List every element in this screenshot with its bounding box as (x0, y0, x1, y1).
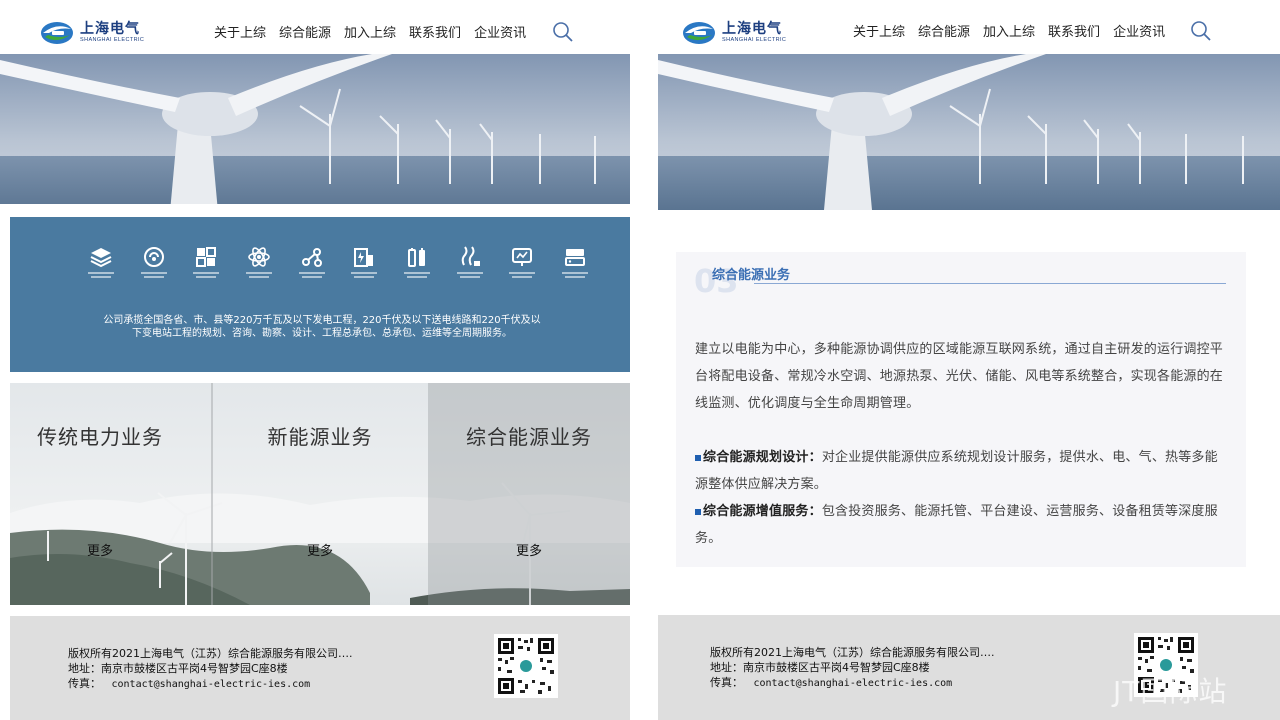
nav-item-contact[interactable]: 联系我们 (1048, 21, 1100, 40)
fax-label: 传真： (710, 676, 743, 689)
title-divider (754, 283, 1226, 284)
nav-item-news[interactable]: 企业资讯 (1113, 21, 1165, 40)
layers-icon (90, 248, 112, 268)
logo-name-cn: 上海电气 (722, 21, 782, 38)
search-icon[interactable] (1190, 20, 1212, 42)
service-item[interactable] (78, 245, 124, 278)
logo-mark-icon (683, 22, 715, 44)
service-item[interactable] (236, 245, 282, 278)
business-section: 传统电力业务 更多 新能源业务 更多 综合能源业务 更多 (10, 383, 630, 605)
main-nav: 关于上综 综合能源 加入上综 联系我们 企业资讯 (853, 21, 1165, 40)
main-nav: 关于上综 综合能源 加入上综 联系我们 企业资讯 (214, 22, 526, 41)
service-item[interactable] (552, 245, 598, 278)
business-card-integrated[interactable]: 综合能源业务 更多 (428, 383, 630, 605)
brand-logo[interactable]: 上海电气 SHANGHAI ELECTRIC (682, 18, 786, 48)
brand-logo[interactable]: 上海电气 SHANGHAI ELECTRIC (40, 18, 144, 48)
logo-name-en: SHANGHAI ELECTRIC (722, 37, 787, 44)
nav-item-join[interactable]: 加入上综 (983, 21, 1035, 40)
integrated-energy-card: 03 综合能源业务 建立以电能为中心，多种能源协调供应的区域能源互联网系统，通过… (676, 252, 1246, 567)
monitor-icon (512, 248, 533, 266)
nav-item-energy[interactable]: 综合能源 (918, 21, 970, 40)
address-text: 南京市鼓楼区古平岗4号智梦园C座8楼 (101, 662, 288, 675)
service-item[interactable] (183, 245, 229, 278)
left-page-panel: 上海电气 SHANGHAI ELECTRIC 关于上综 综合能源 加入上综 联系… (0, 0, 630, 720)
logo-name-cn: 上海电气 (80, 21, 140, 38)
address-text: 南京市鼓楼区古平岗4号智梦园C座8楼 (743, 661, 930, 674)
item-label: 综合能源增值服务： (703, 504, 822, 519)
nav-item-energy[interactable]: 综合能源 (279, 22, 331, 41)
contact-email[interactable]: contact@shanghai-electric-ies.com (112, 679, 311, 690)
logo-name-en: SHANGHAI ELECTRIC (80, 37, 145, 44)
more-link[interactable]: 更多 (10, 540, 190, 559)
hero-banner-image (658, 54, 1280, 210)
fax-label: 传真： (68, 677, 101, 690)
service-icon-row (78, 245, 598, 278)
address-label: 地址： (710, 661, 743, 674)
business-card-new-energy[interactable]: 新能源业务 更多 (212, 383, 428, 605)
site-footer: 版权所有2021上海电气（江苏）综合能源服务有限公司…. 地址：南京市鼓楼区古平… (10, 616, 630, 720)
nav-item-about[interactable]: 关于上综 (853, 21, 905, 40)
footer-info: 版权所有2021上海电气（江苏）综合能源服务有限公司…. 地址：南京市鼓楼区古平… (710, 645, 995, 691)
business-title: 综合能源业务 (466, 425, 592, 449)
logo-mark-icon (41, 22, 73, 44)
service-item[interactable] (131, 245, 177, 278)
grid-blocks-icon (196, 247, 217, 267)
substation-icon (354, 248, 374, 267)
business-card-traditional[interactable]: 传统电力业务 更多 (10, 383, 190, 605)
battery-icon (407, 248, 425, 267)
cycle-icon (143, 247, 164, 267)
copyright-text: 版权所有2021上海电气（江苏）综合能源服务有限公司…. (710, 646, 995, 659)
network-nodes-icon (301, 248, 322, 267)
server-icon (564, 249, 585, 266)
business-title: 传统电力业务 (37, 425, 163, 449)
nav-item-join[interactable]: 加入上综 (344, 22, 396, 41)
card-title: 综合能源业务 (712, 268, 791, 283)
service-item[interactable] (499, 245, 545, 278)
more-link[interactable]: 更多 (212, 540, 428, 559)
top-header: 上海电气 SHANGHAI ELECTRIC 关于上综 综合能源 加入上综 联系… (0, 0, 630, 54)
bullet-square-icon (695, 454, 701, 461)
top-header: 上海电气 SHANGHAI ELECTRIC 关于上综 综合能源 加入上综 联系… (658, 0, 1280, 54)
nav-item-contact[interactable]: 联系我们 (409, 22, 461, 41)
contact-email[interactable]: contact@shanghai-electric-ies.com (754, 678, 953, 689)
search-icon[interactable] (552, 21, 574, 43)
site-watermark: JT国际站 (1113, 675, 1228, 708)
service-item-planning: 综合能源规划设计：对企业提供能源供应系统规划设计服务，提供水、电、气、热等多能源… (695, 444, 1229, 498)
service-item[interactable] (289, 245, 335, 278)
right-page-panel: 上海电气 SHANGHAI ELECTRIC 关于上综 综合能源 加入上综 联系… (658, 0, 1280, 720)
service-item[interactable] (447, 245, 493, 278)
footer-info: 版权所有2021上海电气（江苏）综合能源服务有限公司…. 地址：南京市鼓楼区古平… (68, 646, 353, 692)
qr-code-icon (494, 634, 558, 698)
nav-item-news[interactable]: 企业资讯 (474, 22, 526, 41)
service-item[interactable] (394, 245, 440, 278)
card-body: 建立以电能为中心，多种能源协调供应的区域能源互联网系统，通过自主研发的运行调控平… (695, 336, 1229, 552)
business-title: 新能源业务 (267, 425, 373, 449)
hero-banner-image (0, 54, 630, 212)
bullet-square-icon (695, 508, 701, 515)
service-description: 公司承揽全国各省、市、县等220万千瓦及以下发电工程，220千伏及以下送电线路和… (103, 315, 541, 339)
copyright-text: 版权所有2021上海电气（江苏）综合能源服务有限公司…. (68, 647, 353, 660)
more-link[interactable]: 更多 (428, 540, 630, 559)
item-label: 综合能源规划设计： (703, 450, 822, 465)
service-item[interactable] (341, 245, 387, 278)
address-label: 地址： (68, 662, 101, 675)
service-band: 公司承揽全国各省、市、县等220万千瓦及以下发电工程，220千伏及以下送电线路和… (10, 217, 630, 372)
nav-item-about[interactable]: 关于上综 (214, 22, 266, 41)
heat-wave-icon (461, 246, 480, 266)
atom-icon (248, 247, 270, 267)
service-item-valueadded: 综合能源增值服务：包含投资服务、能源托管、平台建设、运营服务、设备租赁等深度服务… (695, 498, 1229, 552)
card-intro: 建立以电能为中心，多种能源协调供应的区域能源互联网系统，通过自主研发的运行调控平… (695, 342, 1224, 411)
